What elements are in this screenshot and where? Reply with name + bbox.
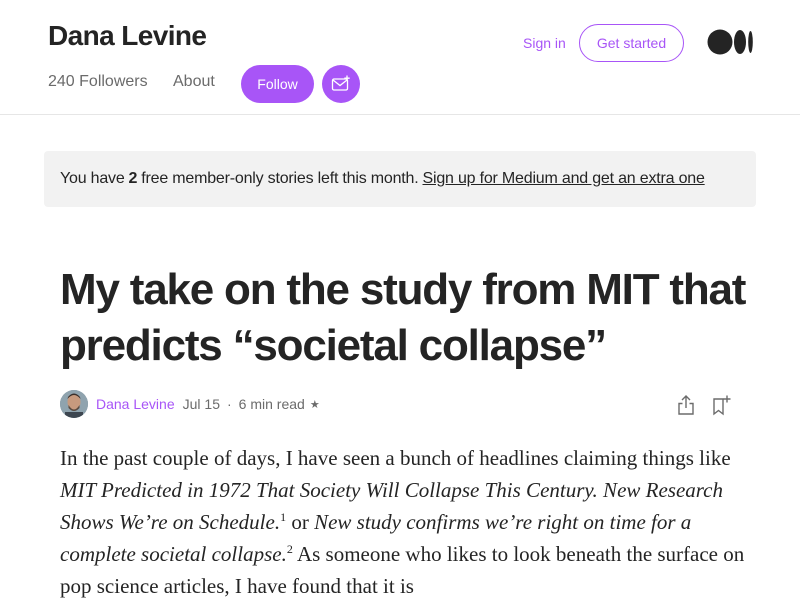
article-title: My take on the study from MIT that predi… [60, 265, 746, 370]
top-bar: Dana Levine 240 Followers About Follow S… [0, 0, 800, 115]
meta-separator: · [226, 396, 232, 412]
publication-author-name[interactable]: Dana Levine [48, 20, 207, 52]
signup-extra-story-link[interactable]: Sign up for Medium and get an extra one [423, 170, 705, 188]
article-meta: Dana Levine Jul 15 · 6 min read ★ [60, 390, 740, 418]
member-only-star-icon: ★ [309, 398, 320, 411]
get-started-button[interactable]: Get started [579, 24, 684, 62]
follow-button[interactable]: Follow [241, 65, 314, 103]
read-time: 6 min read [238, 396, 305, 412]
meta-author-link[interactable]: Dana Levine [96, 396, 175, 412]
body-text-2: or [286, 510, 315, 534]
member-stories-banner: You have 2 free member-only stories left… [44, 151, 756, 207]
author-avatar[interactable] [60, 390, 88, 418]
stories-left-count: 2 [128, 170, 138, 187]
publish-date: Jul 15 [182, 396, 220, 412]
article-body-paragraph: In the past couple of days, I have seen … [60, 442, 750, 600]
sign-in-link[interactable]: Sign in [523, 35, 566, 51]
share-icon[interactable] [676, 394, 696, 416]
banner-prefix: You have [60, 170, 125, 187]
followers-count[interactable]: 240 Followers [48, 73, 148, 91]
medium-logo-icon[interactable] [706, 28, 754, 56]
about-link[interactable]: About [173, 73, 215, 91]
banner-middle-text: free member-only stories left this month… [141, 170, 419, 187]
bookmark-add-icon[interactable] [710, 394, 732, 416]
body-text-1: In the past couple of days, I have seen … [60, 446, 731, 470]
subscribe-email-button[interactable] [322, 65, 360, 103]
mail-plus-icon [331, 75, 350, 91]
